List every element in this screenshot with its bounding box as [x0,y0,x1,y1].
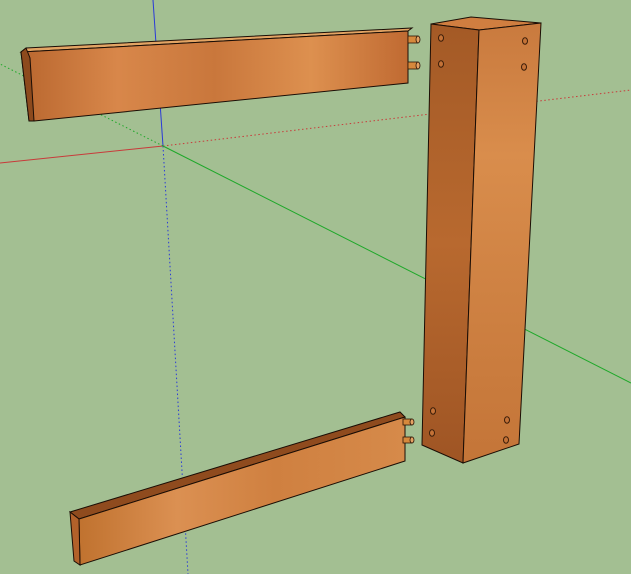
top-rail-front-face [20,30,409,122]
top-rail-dowels [407,35,421,70]
bottom-rail-front-face [78,416,406,566]
bottom-rail[interactable] [68,411,415,566]
3d-scene[interactable] [0,0,631,574]
leg-post[interactable] [421,16,542,464]
y-axis-positive [162,145,631,384]
x-axis-positive [0,145,164,164]
model-viewport[interactable] [0,0,631,574]
bottom-rail-end-face [69,510,81,566]
top-rail[interactable] [19,27,421,122]
